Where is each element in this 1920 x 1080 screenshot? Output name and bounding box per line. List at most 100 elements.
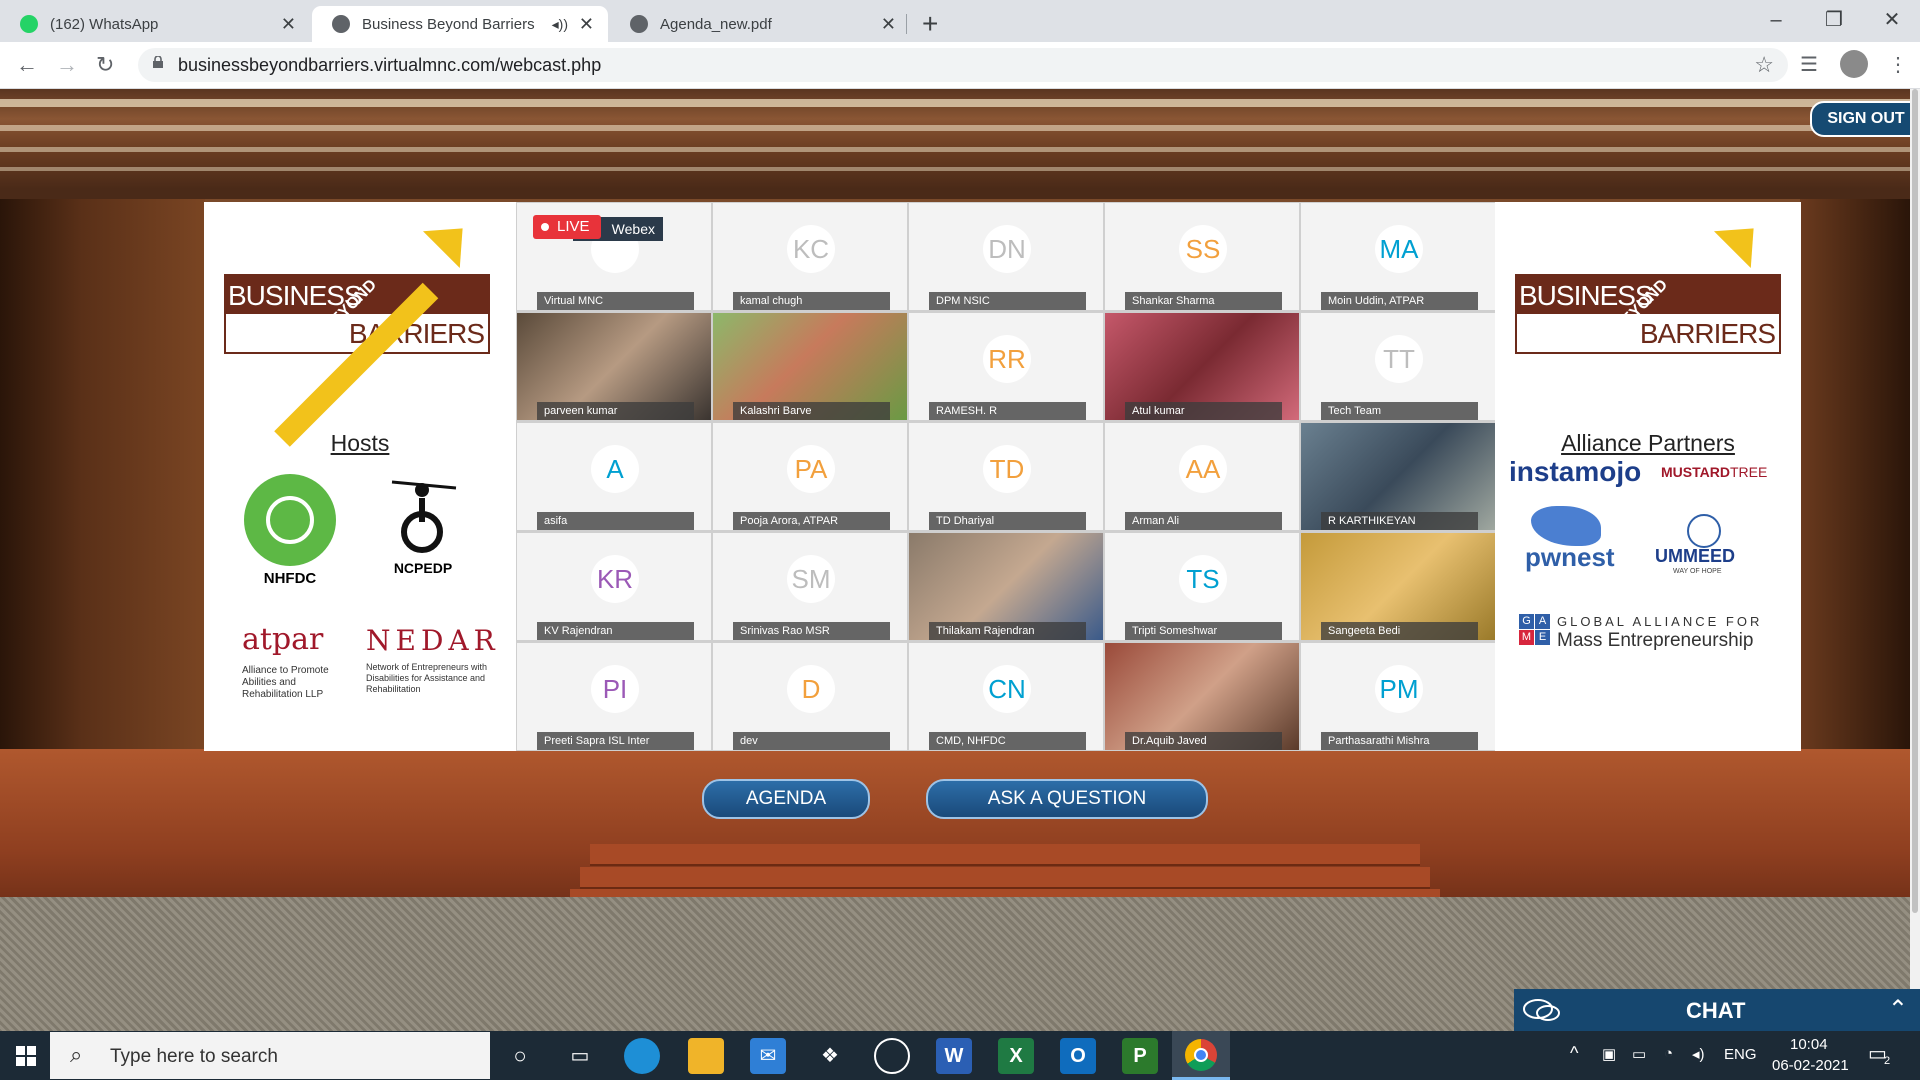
logo-arrow-head (1714, 210, 1772, 268)
new-tab-button[interactable]: + (922, 6, 938, 42)
participant-tile[interactable]: MA Moin Uddin, ATPAR (1301, 203, 1495, 310)
clock-date[interactable]: 06-02-2021 (1772, 1057, 1849, 1074)
participant-tile[interactable]: Atul kumar (1105, 313, 1299, 420)
chevron-up-icon[interactable]: ⌃ (1888, 995, 1908, 1024)
participant-avatar: PA (787, 445, 835, 493)
file-explorer-icon[interactable] (688, 1038, 724, 1074)
atpar-subtitle: Alliance to Promote Abilities and Rehabi… (242, 665, 329, 700)
close-tab-icon[interactable]: ✕ (281, 14, 296, 35)
participant-tile[interactable]: Ddev (713, 643, 907, 750)
chevron-up-icon[interactable]: ^ (1570, 1043, 1578, 1064)
participant-name: Moin Uddin, ATPAR (1321, 292, 1478, 310)
forward-icon[interactable]: → (56, 50, 78, 80)
participant-tile[interactable]: Kalashri Barve (713, 313, 907, 420)
game-letter: E (1535, 630, 1550, 645)
participant-tile[interactable]: Dr.Aquib Javed (1105, 643, 1299, 750)
chat-bar[interactable]: CHAT ⌃ (1514, 989, 1920, 1033)
tab-whatsapp[interactable]: (162) WhatsApp ✕ (0, 6, 310, 42)
browser-toolbar: ← → ↻ businessbeyondbarriers.virtualmnc.… (0, 42, 1920, 89)
participant-tile[interactable]: TT Tech Team (1301, 313, 1495, 420)
participant-avatar: TT (1375, 335, 1423, 383)
ummeed-tagline: WAY OF HOPE (1673, 568, 1722, 575)
nhfdc-logo (244, 474, 336, 566)
logo-word-barriers: BARRIERS (1639, 318, 1776, 349)
close-tab-icon[interactable]: ✕ (881, 14, 896, 35)
app-icon[interactable] (874, 1038, 910, 1074)
project-icon[interactable]: P (1122, 1038, 1158, 1074)
page-scrollbar[interactable] (1910, 89, 1920, 1031)
participant-tile[interactable]: PI Preeti Sapra ISL Inter (517, 643, 711, 750)
participant-name: KV Rajendran (537, 622, 694, 640)
address-bar[interactable]: businessbeyondbarriers.virtualmnc.com/we… (138, 48, 1788, 82)
restore-icon[interactable]: ❐ (1804, 4, 1864, 36)
reading-list-icon[interactable]: ☰ (1800, 52, 1818, 77)
participant-tile[interactable]: Aasifa (517, 423, 711, 530)
sign-out-button[interactable]: SIGN OUT (1810, 101, 1910, 137)
tab-business-beyond-barriers[interactable]: Business Beyond Barriers ◂)) ✕ (312, 6, 608, 42)
windows-start-icon[interactable] (16, 1046, 36, 1066)
agenda-button[interactable]: AGENDA (702, 779, 870, 819)
participant-tile[interactable]: Virtual MNC Webex LIVE (517, 203, 711, 310)
close-window-icon[interactable]: ✕ (1862, 4, 1920, 36)
ask-question-button[interactable]: ASK A QUESTION (926, 779, 1208, 819)
wifi-icon[interactable]: ◔ (1664, 1045, 1673, 1062)
ummeed-icon (1687, 514, 1721, 548)
participant-tile[interactable]: Thilakam Rajendran (909, 533, 1103, 640)
participant-tile[interactable]: PM Parthasarathi Mishra (1301, 643, 1495, 750)
battery-icon[interactable]: ▭ (1632, 1045, 1646, 1063)
participant-tile[interactable]: R KARTHIKEYAN (1301, 423, 1495, 530)
tray-app-icon[interactable]: ▣ (1602, 1045, 1616, 1063)
chrome-icon (1185, 1039, 1217, 1071)
mail-icon[interactable]: ✉ (750, 1038, 786, 1074)
participant-avatar: KC (787, 225, 835, 273)
participant-avatar: PM (1375, 665, 1423, 713)
excel-icon[interactable]: X (998, 1038, 1034, 1074)
hosts-heading: Hosts (330, 430, 390, 456)
participant-tile[interactable]: DN DPM NSIC (909, 203, 1103, 310)
close-tab-icon[interactable]: ✕ (579, 14, 594, 35)
profile-avatar[interactable] (1840, 50, 1868, 78)
dropbox-icon[interactable]: ❖ (812, 1038, 848, 1074)
participant-name: Srinivas Rao MSR (733, 622, 890, 640)
participant-tile[interactable]: parveen kumar (517, 313, 711, 420)
tab-separator (906, 14, 907, 34)
participant-tile[interactable]: AA Arman Ali (1105, 423, 1299, 530)
participant-tile[interactable]: Sangeeta Bedi (1301, 533, 1495, 640)
nedar-logo: NEDAR (366, 624, 500, 657)
participant-tile[interactable]: RR RAMESH. R (909, 313, 1103, 420)
participant-avatar: TS (1179, 555, 1227, 603)
search-icon: ⌕ (70, 1042, 83, 1067)
participant-tile[interactable]: CN CMD, NHFDC (909, 643, 1103, 750)
task-view-icon[interactable]: ▭ (562, 1038, 598, 1074)
edge-icon[interactable] (624, 1038, 660, 1074)
hosts-panel: BUSINESS BARRIERS BEYOND Hosts NHFDC NCP… (204, 202, 516, 751)
menu-icon[interactable]: ⋮ (1888, 52, 1908, 77)
tab-agenda-pdf[interactable]: Agenda_new.pdf ✕ (610, 6, 910, 42)
participant-name: parveen kumar (537, 402, 694, 420)
participant-tile[interactable]: PA Pooja Arora, ATPAR (713, 423, 907, 530)
participant-name: Thilakam Rajendran (929, 622, 1086, 640)
outlook-icon[interactable]: O (1060, 1038, 1096, 1074)
cortana-icon[interactable]: ○ (502, 1038, 538, 1074)
participant-avatar: SS (1179, 225, 1227, 273)
bookmark-star-icon[interactable]: ☆ (1754, 52, 1774, 78)
word-icon[interactable]: W (936, 1038, 972, 1074)
participant-tile[interactable]: SS Shankar Sharma (1105, 203, 1299, 310)
chrome-taskbar-button[interactable] (1172, 1031, 1230, 1080)
speaker-icon[interactable]: ◂)) (552, 16, 568, 33)
reload-icon[interactable]: ↻ (96, 50, 114, 80)
participant-tile[interactable]: TD TD Dhariyal (909, 423, 1103, 530)
participant-tile[interactable]: SM Srinivas Rao MSR (713, 533, 907, 640)
volume-icon[interactable]: ◂) (1692, 1045, 1705, 1063)
taskbar-search[interactable]: ⌕ Type here to search (50, 1032, 490, 1079)
mustard-text: MUSTARD (1661, 464, 1730, 480)
scrollbar-thumb[interactable] (1912, 89, 1918, 913)
participant-name: TD Dhariyal (929, 512, 1086, 530)
clock-time[interactable]: 10:04 (1790, 1036, 1828, 1053)
language-indicator[interactable]: ENG (1724, 1046, 1757, 1063)
participant-tile[interactable]: KR KV Rajendran (517, 533, 711, 640)
participant-tile[interactable]: TS Tripti Someshwar (1105, 533, 1299, 640)
back-icon[interactable]: ← (16, 50, 38, 80)
participant-tile[interactable]: KC kamal chugh (713, 203, 907, 310)
minimize-icon[interactable]: – (1746, 4, 1806, 36)
